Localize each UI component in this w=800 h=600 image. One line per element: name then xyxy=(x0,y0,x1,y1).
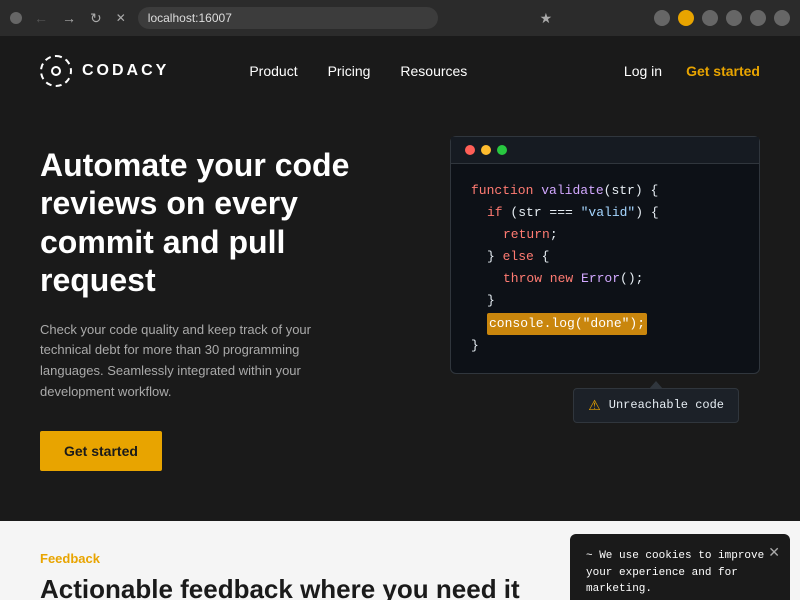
code-line-6: } xyxy=(471,290,739,312)
code-line-2: if (str === "valid") { xyxy=(471,202,739,224)
browser-btn-1 xyxy=(10,12,22,24)
feedback-section: Feedback Actionable feedback where you n… xyxy=(0,521,800,600)
bookmark-icon[interactable]: ★ xyxy=(540,10,553,27)
logo[interactable]: CODACY xyxy=(40,55,169,87)
logo-icon xyxy=(40,55,72,87)
code-dot-yellow xyxy=(481,145,491,155)
extension-icon-4 xyxy=(726,10,742,26)
get-started-nav-button[interactable]: Get started xyxy=(686,63,760,79)
logo-inner xyxy=(51,66,61,76)
hero-section: Automate your code reviews on every comm… xyxy=(0,106,800,521)
warning-icon: ⚠ xyxy=(588,397,601,414)
browser-toolbar-icons xyxy=(654,10,790,26)
extension-icon-2 xyxy=(678,10,694,26)
unreachable-code-tooltip: ⚠ Unreachable code xyxy=(573,388,739,423)
code-line-3: return; xyxy=(471,224,739,246)
login-link[interactable]: Log in xyxy=(624,63,662,79)
forward-arrow[interactable]: → xyxy=(58,8,80,28)
extension-icon-1 xyxy=(654,10,670,26)
code-window-header xyxy=(451,137,759,164)
code-line-8: } xyxy=(471,335,739,357)
code-line-1: function validate(str) { xyxy=(471,180,739,202)
close-tab-icon[interactable]: ✕ xyxy=(112,9,130,27)
menu-icon[interactable] xyxy=(774,10,790,26)
back-arrow[interactable]: ← xyxy=(30,8,52,28)
code-dot-green xyxy=(497,145,507,155)
cookie-close-button[interactable]: ✕ xyxy=(768,542,780,563)
extension-icon-3 xyxy=(702,10,718,26)
code-line-7: console.log("done"); xyxy=(471,313,739,335)
code-line-5: throw new Error(); xyxy=(471,268,739,290)
nav-pricing[interactable]: Pricing xyxy=(328,63,371,79)
url-text: localhost:16007 xyxy=(148,11,232,25)
browser-chrome: ← → ↻ ✕ localhost:16007 ★ xyxy=(0,0,800,36)
nav-resources[interactable]: Resources xyxy=(400,63,467,79)
hero-content: Automate your code reviews on every comm… xyxy=(40,146,360,471)
logo-text: CODACY xyxy=(82,62,169,80)
nav-links: Product Pricing Resources xyxy=(249,63,467,79)
tooltip-text: Unreachable code xyxy=(609,398,724,412)
code-line-4: } else { xyxy=(471,246,739,268)
code-dot-red xyxy=(465,145,475,155)
reload-button[interactable]: ↻ xyxy=(86,8,106,29)
navbar: CODACY Product Pricing Resources Log in … xyxy=(0,36,800,106)
cookie-banner: ✕ ~ We use cookies to improve your exper… xyxy=(570,534,790,600)
tooltip-arrow xyxy=(649,381,663,389)
address-bar[interactable]: localhost:16007 xyxy=(138,7,438,29)
nav-product[interactable]: Product xyxy=(249,63,297,79)
nav-actions: Log in Get started xyxy=(624,63,760,79)
page: CODACY Product Pricing Resources Log in … xyxy=(0,36,800,600)
hero-cta-button[interactable]: Get started xyxy=(40,431,162,471)
hero-description: Check your code quality and keep track o… xyxy=(40,320,360,403)
code-body: function validate(str) { if (str === "va… xyxy=(451,164,759,373)
extension-icon-5 xyxy=(750,10,766,26)
cookie-text: ~ We use cookies to improve your experie… xyxy=(586,548,774,598)
browser-nav: ← → ↻ ✕ xyxy=(30,8,130,29)
hero-title: Automate your code reviews on every comm… xyxy=(40,146,360,300)
code-window: function validate(str) { if (str === "va… xyxy=(450,136,760,374)
